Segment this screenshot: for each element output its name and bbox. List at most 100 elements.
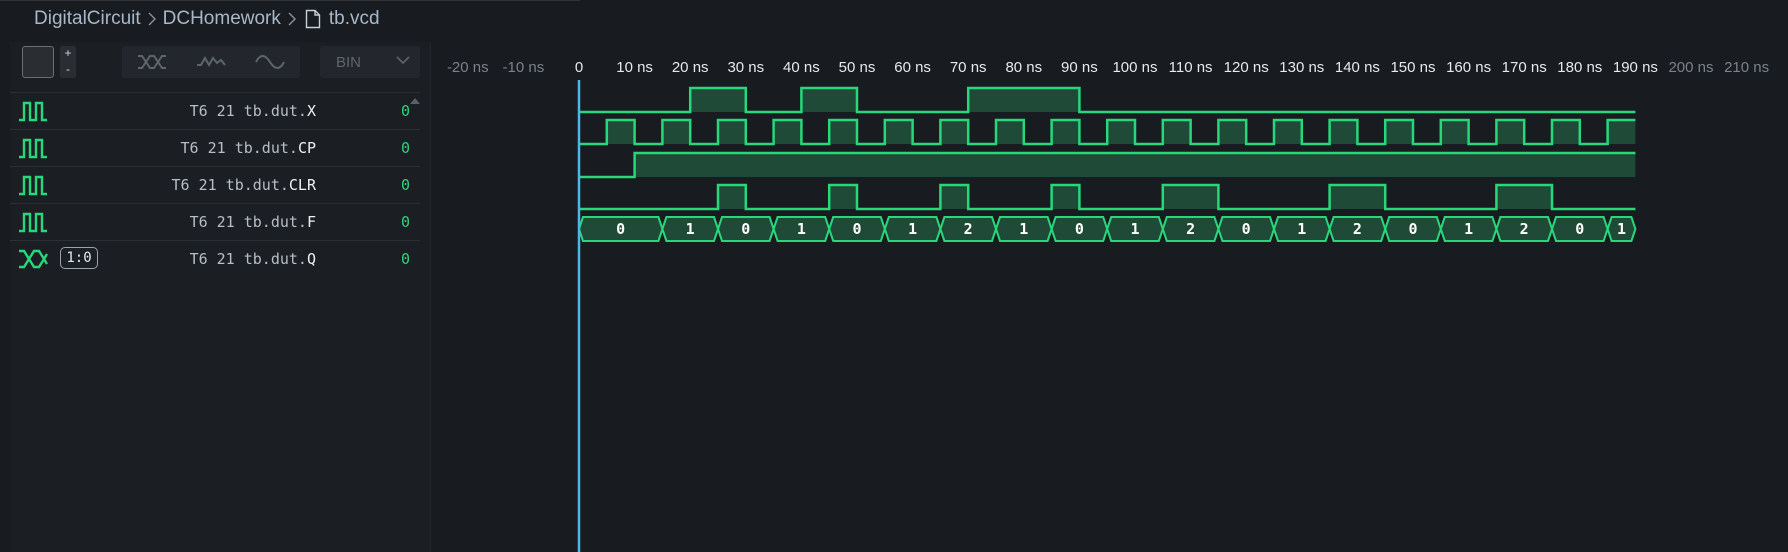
bus-value-label: 1: [1130, 220, 1139, 238]
radix-select[interactable]: BIN: [320, 46, 420, 78]
waveform-high-fill: [1329, 185, 1386, 209]
waveform-high-fill: [718, 120, 746, 144]
bitwidth-badge: 1:0: [60, 247, 98, 269]
signal-row-x[interactable]: T6 21 tb.dut.X 0: [10, 92, 420, 129]
breadcrumb-item-dchomework[interactable]: DCHomework: [163, 8, 281, 30]
signal-list: T6 21 tb.dut.X 0 T6 21 tb.dut.CP 0 T6 21…: [10, 92, 420, 277]
signal-value: 0: [400, 139, 410, 157]
waveform-high-fill: [968, 88, 1080, 112]
time-tick-label: 200 ns: [1668, 59, 1713, 76]
waveform-high-fill: [801, 88, 857, 112]
binary-signal-icon: [18, 100, 48, 122]
bus-value-label: 0: [1408, 220, 1417, 238]
bus-render-icon[interactable]: [130, 48, 174, 76]
time-tick-label: 180 ns: [1557, 59, 1602, 76]
bus-value-label: 1: [1464, 220, 1473, 238]
time-tick-label: 50 ns: [839, 59, 876, 76]
bus-value-label: 0: [1575, 220, 1584, 238]
binary-signal-icon: [18, 211, 48, 233]
waveform-high-fill: [1107, 120, 1135, 144]
bus-value-label: 2: [964, 220, 973, 238]
signal-name: T6 21 tb.dut.X: [189, 102, 316, 120]
time-tick-label: 40 ns: [783, 59, 820, 76]
waveform-high-fill: [1051, 120, 1080, 144]
time-tick-label: 90 ns: [1061, 59, 1098, 76]
waveform-high-fill: [1162, 185, 1219, 209]
render-mode-group: [122, 46, 300, 78]
breadcrumb-file[interactable]: tb.vcd: [329, 8, 380, 30]
waveform-high-fill: [1329, 120, 1358, 144]
time-tick-label: -20 ns: [447, 59, 489, 76]
waveform-high-fill: [940, 185, 969, 209]
time-tick-label: 210 ns: [1724, 59, 1769, 76]
time-tick-label: 20 ns: [672, 59, 709, 76]
analog-render-icon[interactable]: [248, 48, 292, 76]
bus-value-label: 1: [1019, 220, 1028, 238]
signal-name: T6 21 tb.dut.CP: [180, 139, 316, 157]
signal-value: 0: [400, 213, 410, 231]
time-tick-label: 160 ns: [1446, 59, 1491, 76]
time-tick-label: 190 ns: [1613, 59, 1658, 76]
breadcrumb: DigitalCircuit DCHomework tb.vcd: [34, 6, 380, 32]
waveform-high-fill: [829, 120, 857, 144]
waveform-high-fill: [606, 120, 635, 144]
signal-row-cp[interactable]: T6 21 tb.dut.CP 0: [10, 129, 420, 166]
time-tick-label: -10 ns: [503, 59, 545, 76]
bus-value-label: 0: [616, 220, 625, 238]
bus-value-label: 0: [1242, 220, 1251, 238]
binary-signal-icon: [18, 174, 48, 196]
breadcrumb-item-digitalcircuit[interactable]: DigitalCircuit: [34, 8, 141, 30]
time-tick-label: 70 ns: [950, 59, 987, 76]
waveform-high-fill: [829, 185, 857, 209]
signal-row-f[interactable]: T6 21 tb.dut.F 0: [10, 203, 420, 240]
signal-value: 0: [400, 250, 410, 268]
waveform-viewer[interactable]: -20 ns -10 ns 0 10 ns 20 ns 30 ns 40 ns 50 ns 60…: [431, 42, 1788, 552]
waveform-high-fill: [1051, 185, 1080, 209]
waveform-high-fill: [1496, 120, 1525, 144]
waveform-high-fill: [1162, 120, 1191, 144]
waveform-high-fill: [1552, 120, 1580, 144]
signal-toolbar: + - BIN: [10, 42, 430, 92]
time-tick-label: 140 ns: [1335, 59, 1380, 76]
waveform-high-fill: [773, 120, 802, 144]
bus-value-label: 1: [797, 220, 806, 238]
time-tick-label: 100 ns: [1112, 59, 1157, 76]
binary-signal-icon: [18, 137, 48, 159]
bus-value-label: 2: [1353, 220, 1362, 238]
waveform-high-fill: [1440, 120, 1469, 144]
bus-value-label: 1: [1297, 220, 1306, 238]
color-picker-button[interactable]: [22, 46, 54, 78]
time-tick-label: 30 ns: [727, 59, 764, 76]
time-tick-label: 130 ns: [1279, 59, 1324, 76]
step-render-icon[interactable]: [189, 48, 233, 76]
signal-name: T6 21 tb.dut.Q: [189, 250, 316, 268]
signal-row-clr[interactable]: T6 21 tb.dut.CLR 0: [10, 166, 420, 203]
waveform-high-fill: [1385, 120, 1413, 144]
waveform-high-fill: [1496, 185, 1552, 209]
time-tick-label: 150 ns: [1390, 59, 1435, 76]
decrease-button[interactable]: -: [60, 62, 76, 78]
time-tick-label: 80 ns: [1005, 59, 1042, 76]
time-tick-label: 60 ns: [894, 59, 931, 76]
file-icon: [305, 9, 321, 29]
waveform-high-fill: [1607, 120, 1636, 144]
time-tick-label: 170 ns: [1502, 59, 1547, 76]
signal-value: 0: [400, 102, 410, 120]
bus-value-label: 2: [1520, 220, 1529, 238]
bus-signal-icon: [18, 248, 48, 270]
bus-value-label: 0: [741, 220, 750, 238]
waveform-canvas[interactable]: -20 ns -10 ns 0 10 ns 20 ns 30 ns 40 ns 50 ns 60…: [431, 42, 1788, 552]
time-tick-label: 120 ns: [1224, 59, 1269, 76]
signal-row-q[interactable]: 1:0 T6 21 tb.dut.Q 0: [10, 240, 420, 277]
chevron-right-icon: [287, 12, 297, 26]
signal-name: T6 21 tb.dut.F: [189, 213, 316, 231]
signal-sidebar: + - BIN T6 21 tb.dut.X 0 T6 21 tb.dut.CP…: [10, 42, 431, 552]
size-stepper[interactable]: + -: [60, 46, 76, 78]
chevron-down-icon: [396, 54, 410, 66]
increase-button[interactable]: +: [60, 46, 76, 62]
waveform-high-fill: [884, 120, 913, 144]
bus-value-label: 2: [1186, 220, 1195, 238]
waveform-high-fill: [690, 88, 746, 112]
time-tick-label: 0: [575, 59, 583, 76]
bus-value-label: 0: [1075, 220, 1084, 238]
